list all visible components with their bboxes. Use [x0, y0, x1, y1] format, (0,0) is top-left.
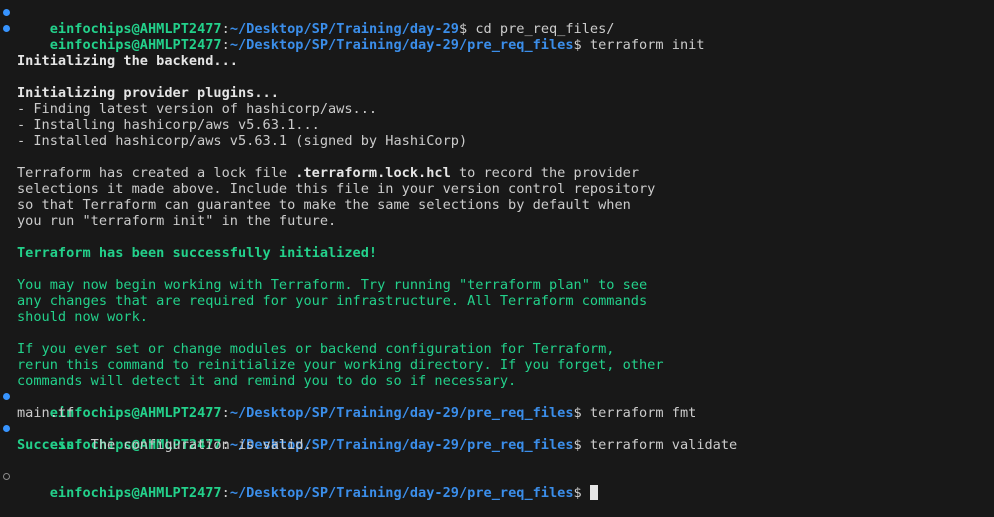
validate-message: The configuration is valid.	[82, 437, 312, 453]
fmt-file-text: main.tf	[17, 405, 75, 421]
prompt-separator: :	[221, 485, 230, 501]
output-line: Success! The configuration is valid.	[0, 437, 994, 453]
command-success-marker[interactable]	[3, 425, 10, 432]
prompt-dollar: $	[573, 485, 582, 501]
lock-text-pre: Terraform has created a lock file	[17, 165, 296, 181]
output-line: Initializing the backend...	[0, 53, 994, 69]
output-line: If you ever set or change modules or bac…	[0, 341, 994, 357]
command-success-marker[interactable]	[3, 393, 10, 400]
output-line: Initializing provider plugins...	[0, 85, 994, 101]
output-line: - Finding latest version of hashicorp/aw…	[0, 101, 994, 117]
output-line: commands will detect it and remind you t…	[0, 373, 994, 389]
output-line: you run "terraform init" in the future.	[0, 213, 994, 229]
output-line: should now work.	[0, 309, 994, 325]
installed-text: - Installed hashicorp/aws v5.63.1 (signe…	[17, 133, 468, 149]
init-plugins-text: Initializing provider plugins...	[17, 85, 279, 101]
validate-success-label: Success!	[17, 437, 83, 453]
installing-text: - Installing hashicorp/aws v5.63.1...	[17, 117, 320, 133]
terminal-line-init: einfochips@AHMLPT2477:~/Desktop/SP/Train…	[0, 21, 994, 53]
command-success-marker[interactable]	[3, 25, 10, 32]
reinit-text-1: If you ever set or change modules or bac…	[17, 341, 615, 357]
prompt-path: ~/Desktop/SP/Training/day-29/pre_req_fil…	[229, 485, 574, 501]
text-cursor[interactable]	[589, 485, 598, 500]
output-line: any changes that are required for your i…	[0, 293, 994, 309]
terminal-line-current[interactable]: einfochips@AHMLPT2477:~/Desktop/SP/Train…	[0, 469, 994, 501]
output-line: so that Terraform can guarantee to make …	[0, 197, 994, 213]
begin-text-1: You may now begin working with Terraform…	[17, 277, 648, 293]
lock-text-post: to record the provider	[450, 165, 640, 181]
terminal-line-cd: einfochips@AHMLPT2477:~/Desktop/SP/Train…	[0, 5, 994, 37]
reinit-text-2: rerun this command to reinitialize your …	[17, 357, 664, 373]
begin-text-3: should now work.	[17, 309, 148, 325]
terminal-line-fmt: einfochips@AHMLPT2477:~/Desktop/SP/Train…	[0, 389, 994, 421]
terminal-line-validate: einfochips@AHMLPT2477:~/Desktop/SP/Train…	[0, 421, 994, 453]
output-line: - Installed hashicorp/aws v5.63.1 (signe…	[0, 133, 994, 149]
reinit-text-3: commands will detect it and remind you t…	[17, 373, 517, 389]
prompt-user: einfochips@AHMLPT2477	[49, 485, 222, 501]
lock-text-2: selections it made above. Include this f…	[17, 181, 656, 197]
output-line: Terraform has been successfully initiali…	[0, 245, 994, 261]
begin-text-2: any changes that are required for your i…	[17, 293, 648, 309]
lock-text-3: so that Terraform can guarantee to make …	[17, 197, 631, 213]
output-line: - Installing hashicorp/aws v5.63.1...	[0, 117, 994, 133]
command-success-marker[interactable]	[3, 9, 10, 16]
command-pending-marker	[3, 473, 10, 480]
output-line: main.tf	[0, 405, 994, 421]
output-line: Terraform has created a lock file .terra…	[0, 165, 994, 181]
init-backend-text: Initializing the backend...	[17, 53, 238, 69]
output-line: selections it made above. Include this f…	[0, 181, 994, 197]
terminal-output[interactable]: einfochips@AHMLPT2477:~/Desktop/SP/Train…	[0, 5, 994, 501]
init-success-text: Terraform has been successfully initiali…	[17, 245, 378, 261]
output-line: rerun this command to reinitialize your …	[0, 357, 994, 373]
lock-text-4: you run "terraform init" in the future.	[17, 213, 337, 229]
finding-text: - Finding latest version of hashicorp/aw…	[17, 101, 378, 117]
lock-file-name: .terraform.lock.hcl	[295, 165, 451, 181]
output-line: You may now begin working with Terraform…	[0, 277, 994, 293]
